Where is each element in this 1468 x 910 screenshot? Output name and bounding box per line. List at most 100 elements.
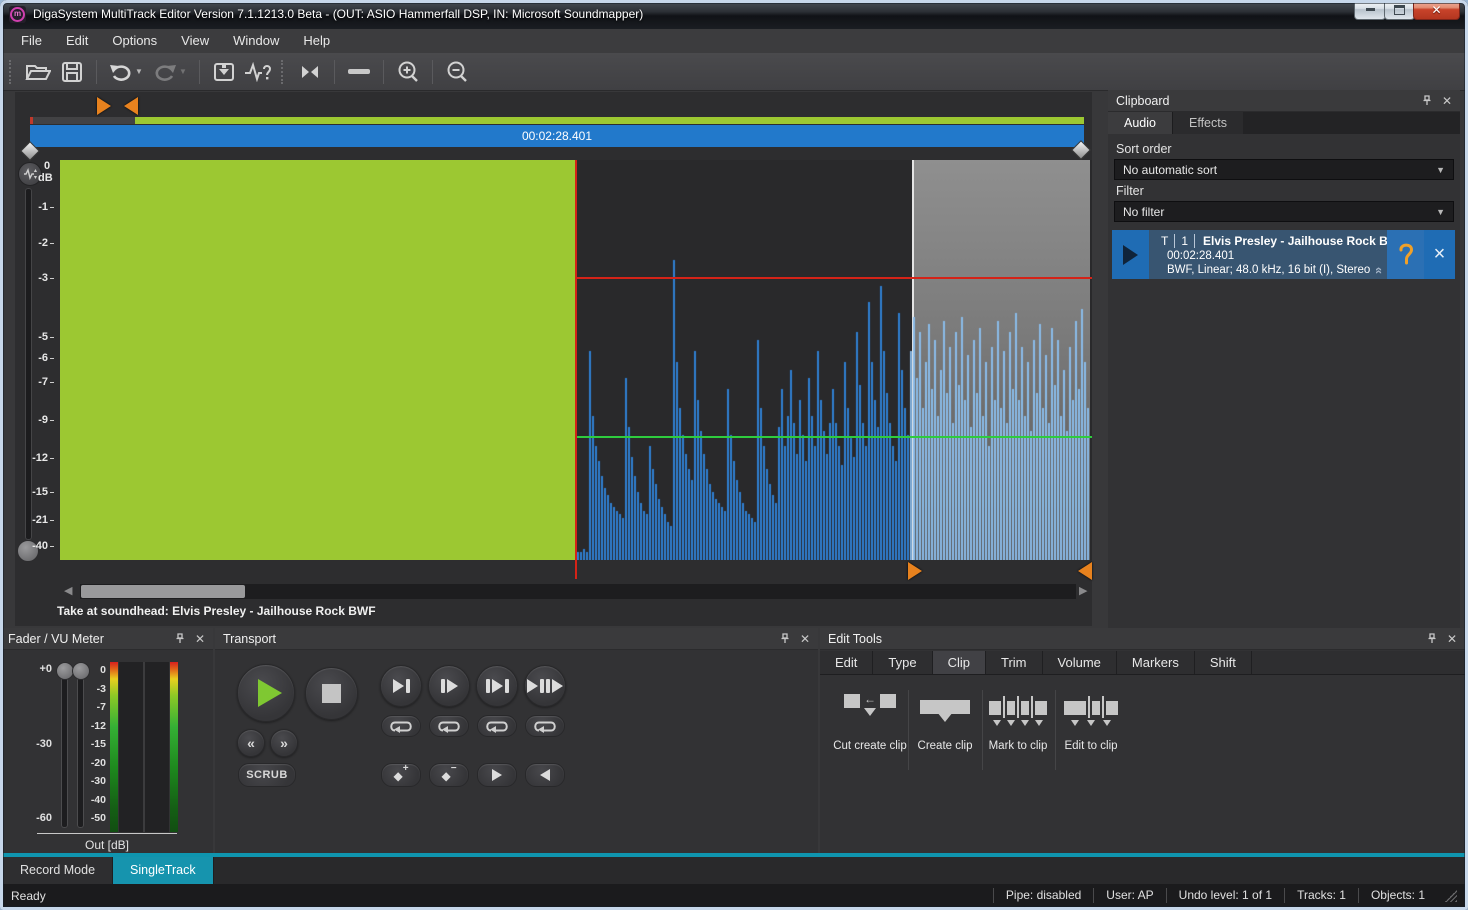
tab-record-mode[interactable]: Record Mode (3, 857, 113, 884)
playback-cursor[interactable] (575, 160, 577, 579)
loop-toggle-2[interactable] (429, 715, 469, 737)
tab-audio[interactable]: Audio (1108, 112, 1172, 134)
redo-button[interactable]: ▼ (148, 58, 192, 86)
item-prelisten-button[interactable] (1387, 230, 1424, 279)
sort-order-select[interactable]: No automatic sort ▼ (1114, 159, 1454, 180)
vu-meter-right (145, 662, 169, 832)
play-around-cursor-button[interactable] (524, 665, 566, 707)
item-body[interactable]: T 1 Elvis Presley - Jailhouse Rock BWF 0… (1149, 230, 1387, 279)
toolbar-grip[interactable] (281, 60, 287, 84)
menu-view[interactable]: View (169, 29, 221, 53)
menu-options[interactable]: Options (100, 29, 169, 53)
create-clip-button[interactable]: Create clip (907, 694, 983, 752)
tab-type[interactable]: Type (873, 651, 932, 674)
timeline-left-handle[interactable] (23, 144, 37, 158)
close-panel-button[interactable]: ✕ (1442, 94, 1452, 108)
filter-select[interactable]: No filter ▼ (1114, 201, 1454, 222)
clipboard-item[interactable]: T 1 Elvis Presley - Jailhouse Rock BWF 0… (1112, 230, 1455, 279)
marker-left-icon (124, 97, 138, 115)
pin-button[interactable] (1427, 633, 1437, 644)
edit-tools-header[interactable]: Edit Tools ✕ (820, 628, 1465, 650)
db-tick: -7 (20, 376, 54, 388)
timeline-loaded-bar[interactable] (135, 117, 1084, 124)
scroll-left-button[interactable]: ◀ (64, 584, 72, 599)
mark-to-clip-button[interactable]: Mark to clip (980, 694, 1056, 752)
delete-marker-button[interactable]: ◆− (429, 763, 469, 787)
tab-clip[interactable]: Clip (933, 651, 986, 674)
skip-forward-button[interactable]: » (270, 729, 298, 757)
skip-back-button[interactable]: « (237, 729, 265, 757)
sort-order-value: No automatic sort (1123, 163, 1217, 177)
tab-shift[interactable]: Shift (1195, 651, 1252, 674)
play-selection-button[interactable] (476, 665, 518, 707)
restore-button[interactable] (1384, 0, 1415, 20)
remove-button[interactable] (342, 58, 376, 86)
fader-left-track[interactable] (61, 670, 68, 828)
skip-to-marker-button[interactable] (293, 58, 327, 86)
pin-icon (1422, 95, 1432, 106)
tab-markers[interactable]: Markers (1117, 651, 1195, 674)
scroll-right-button[interactable]: ▶ (1079, 584, 1087, 599)
selection-out-marker[interactable] (1078, 562, 1092, 580)
redo-dropdown-icon[interactable]: ▼ (179, 67, 187, 76)
resize-grip[interactable] (1445, 890, 1457, 902)
menu-help[interactable]: Help (291, 29, 342, 53)
tab-effects[interactable]: Effects (1172, 112, 1243, 134)
minimize-button[interactable] (1354, 0, 1386, 20)
zoom-out-button[interactable] (440, 58, 474, 86)
pin-button[interactable] (175, 633, 185, 644)
loop-toggle-3[interactable] (477, 715, 517, 737)
timeline-position-bar[interactable]: 00:02:28.401 (30, 125, 1084, 147)
title-bar[interactable]: m DigaSystem MultiTrack Editor Version 7… (0, 0, 1468, 29)
stop-button[interactable] (305, 667, 358, 720)
play-from-marker-button[interactable] (428, 665, 470, 707)
collapse-chevrons-icon[interactable]: « (1372, 267, 1387, 274)
waveform-canvas[interactable] (577, 160, 1090, 560)
selection-in-marker[interactable] (908, 562, 922, 580)
timeline-track[interactable] (30, 117, 135, 124)
prev-marker-button[interactable] (525, 763, 565, 787)
next-marker-button[interactable] (477, 763, 517, 787)
fader-panel-header[interactable]: Fader / VU Meter ✕ (0, 628, 213, 650)
soundcheck-button[interactable] (241, 58, 275, 86)
toolbar-grip[interactable] (9, 60, 15, 84)
zoom-in-button[interactable] (391, 58, 425, 86)
pin-button[interactable] (1422, 95, 1432, 106)
tab-trim[interactable]: Trim (986, 651, 1043, 674)
menu-file[interactable]: File (9, 29, 54, 53)
scrub-button[interactable]: SCRUB (238, 763, 296, 787)
close-panel-button[interactable]: ✕ (1447, 632, 1457, 646)
loop-toggle-1[interactable] (381, 715, 421, 737)
undo-button[interactable]: ▼ (104, 58, 148, 86)
menu-window[interactable]: Window (221, 29, 291, 53)
close-panel-button[interactable]: ✕ (195, 632, 205, 646)
loop-out-marker[interactable] (124, 97, 138, 115)
cut-create-clip-button[interactable]: ← Cut create clip (832, 694, 908, 752)
edit-to-clip-button[interactable]: Edit to clip (1053, 694, 1129, 752)
play-to-marker-button[interactable] (380, 665, 422, 707)
close-button[interactable]: ✕ (1413, 0, 1460, 20)
loop-toggle-4[interactable] (525, 715, 565, 737)
item-remove-button[interactable]: × (1424, 230, 1455, 279)
scrollbar-handle[interactable] (81, 585, 245, 598)
toolbar-separator (432, 60, 433, 84)
play-button[interactable] (237, 664, 295, 722)
transport-header[interactable]: Transport ✕ (215, 628, 818, 650)
save-button[interactable] (55, 58, 89, 86)
tab-singletrack[interactable]: SingleTrack (113, 857, 214, 884)
import-take-button[interactable] (207, 58, 241, 86)
clipboard-header[interactable]: Clipboard ✕ (1108, 90, 1460, 112)
item-play-button[interactable] (1112, 230, 1149, 279)
timeline-right-handle[interactable] (1074, 143, 1088, 157)
add-marker-button[interactable]: ◆+ (381, 763, 421, 787)
undo-dropdown-icon[interactable]: ▼ (135, 67, 143, 76)
tab-edit[interactable]: Edit (820, 651, 873, 674)
close-panel-button[interactable]: ✕ (800, 632, 810, 646)
tab-volume[interactable]: Volume (1043, 651, 1117, 674)
db-tick: -6 (20, 352, 54, 364)
pin-button[interactable] (780, 633, 790, 644)
open-button[interactable] (21, 58, 55, 86)
loop-in-marker[interactable] (97, 97, 111, 115)
clip-block-green[interactable] (60, 160, 575, 560)
menu-edit[interactable]: Edit (54, 29, 100, 53)
